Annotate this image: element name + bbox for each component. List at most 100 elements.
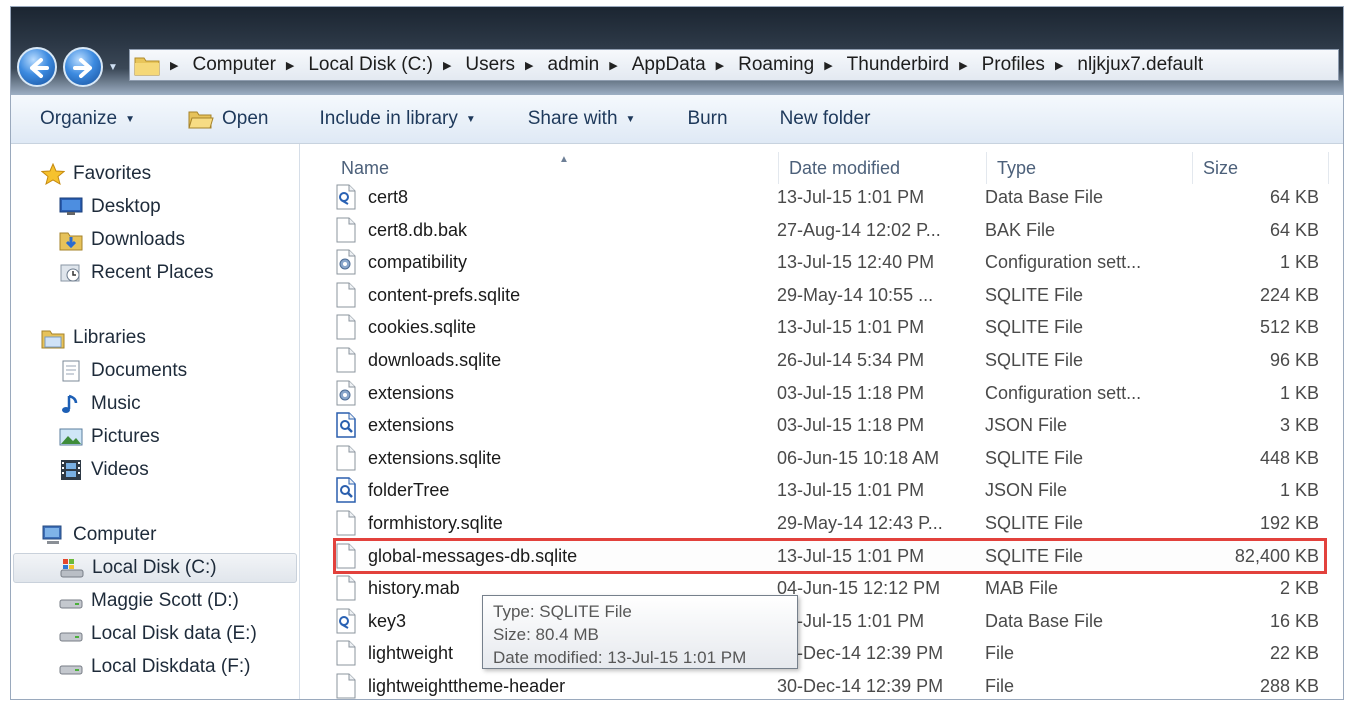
file-size: 64 KB: [1269, 187, 1319, 207]
back-button[interactable]: [17, 47, 57, 87]
file-type: JSON File: [985, 480, 1068, 501]
file-date: 06-Jun-15 10:18 AM: [777, 447, 940, 468]
file-size: 512 KB: [1259, 317, 1319, 338]
breadcrumb-appdata[interactable]: AppData ▶: [632, 54, 738, 76]
file-info-tooltip: Type: SQLITE File Size: 80.4 MB Date mod…: [482, 595, 798, 669]
file-row[interactable]: folderTree 13-Jul-15 1:01 PM JSON File 1 KB: [335, 474, 1325, 506]
blank-file-icon: [335, 347, 357, 373]
file-row-selected[interactable]: global-messages-db.sqlite 13-Jul-15 1:01 …: [333, 537, 1327, 574]
sort-ascending-icon: ▲: [559, 154, 569, 165]
breadcrumb-admin[interactable]: admin ▶: [548, 54, 632, 76]
file-row[interactable]: cookies.sqlite 13-Jul-15 1:01 PM SQLITE Fi…: [335, 311, 1325, 343]
breadcrumb-label: nljkjux7.default: [1077, 54, 1204, 75]
nav-label: Computer: [73, 524, 157, 545]
libraries-icon: [41, 327, 65, 349]
file-type: Data Base File: [985, 187, 1104, 207]
file-name-cell: compatibility: [335, 246, 765, 278]
file-row[interactable]: downloads.sqlite 26-Jul-14 5:34 PM SQLITE …: [335, 344, 1325, 376]
nav-drive-e[interactable]: Local Disk data (E:): [59, 619, 257, 649]
blank-file-icon: [335, 543, 357, 569]
blank-file-icon: [335, 575, 357, 601]
chevron-down-icon: ▼: [465, 113, 476, 125]
file-row[interactable]: compatibility 13-Jul-15 12:40 PM Configura…: [335, 246, 1325, 278]
tooltip-type: Type: SQLITE File: [493, 602, 632, 621]
file-row[interactable]: cert8 13-Jul-15 1:01 PM Data Base File 64 K…: [335, 181, 1325, 213]
burn-button[interactable]: Burn: [687, 99, 727, 139]
share-with-button[interactable]: Share with ▼: [528, 99, 636, 139]
nav-recent-places[interactable]: Recent Places: [59, 258, 214, 288]
nav-music[interactable]: Music: [59, 389, 141, 419]
column-header-size[interactable]: Size: [1193, 152, 1329, 184]
nav-label: Desktop: [91, 196, 161, 217]
file-size: 1 KB: [1279, 480, 1319, 501]
breadcrumb-computer[interactable]: Computer ▶: [192, 54, 308, 76]
nav-drive-c[interactable]: Local Disk (C:): [13, 553, 297, 583]
file-name-cell: extensions.sqlite: [335, 442, 765, 474]
breadcrumb-separator[interactable]: ▶: [170, 59, 192, 72]
column-header-name[interactable]: Name ▲: [331, 152, 779, 184]
nav-computer[interactable]: Computer: [41, 520, 156, 550]
file-name: downloads.sqlite: [368, 350, 502, 370]
nav-libraries[interactable]: Libraries: [41, 323, 146, 353]
downloads-folder-icon: [59, 229, 83, 251]
blank-file-icon: [335, 217, 357, 243]
file-date: 13-Jul-15 1:01 PM: [777, 480, 925, 501]
breadcrumb-thunderbird[interactable]: Thunderbird ▶: [847, 54, 982, 76]
file-row[interactable]: cert8.db.bak 27-Aug-14 12:02 P... BAK File…: [335, 214, 1325, 246]
forward-button[interactable]: [63, 47, 103, 87]
file-type: Configuration sett...: [985, 382, 1142, 403]
include-in-library-button[interactable]: Include in library ▼: [320, 99, 476, 139]
nav-drive-f[interactable]: Local Diskdata (F:): [59, 652, 250, 682]
nav-pictures[interactable]: Pictures: [59, 422, 160, 452]
breadcrumb-profiles[interactable]: Profiles ▶: [982, 54, 1078, 76]
file-date: 30-Dec-14 12:39 PM: [777, 643, 944, 664]
breadcrumb-profile-default[interactable]: nljkjux7.default: [1077, 54, 1203, 76]
breadcrumb-label: Local Disk (C:): [308, 54, 433, 75]
file-size: 16 KB: [1269, 610, 1319, 631]
organize-button[interactable]: Organize ▼: [40, 99, 135, 139]
nav-desktop[interactable]: Desktop: [59, 192, 161, 222]
share-label: Share with: [527, 108, 618, 129]
nav-videos[interactable]: Videos: [59, 455, 149, 485]
open-label: Open: [222, 108, 269, 129]
file-row[interactable]: extensions 03-Jul-15 1:18 PM JSON File 3 KB: [335, 409, 1325, 441]
file-row[interactable]: extensions 03-Jul-15 1:18 PM Configuration…: [335, 377, 1325, 409]
column-header-date[interactable]: Date modified: [779, 152, 987, 184]
nav-favorites[interactable]: Favorites: [40, 159, 151, 189]
column-label: Date modified: [789, 157, 901, 178]
breadcrumb-users[interactable]: Users ▶: [465, 54, 547, 76]
nav-downloads[interactable]: Downloads: [59, 225, 185, 255]
nav-label: Documents: [91, 360, 188, 381]
db-file-icon: [335, 608, 357, 634]
nav-drive-d[interactable]: Maggie Scott (D:): [59, 586, 239, 616]
nav-documents[interactable]: Documents: [59, 356, 187, 386]
address-bar[interactable]: ▶ Computer ▶ Local Disk (C:) ▶ Users ▶ admi…: [129, 49, 1339, 81]
file-name-cell: content-prefs.sqlite: [335, 279, 765, 311]
music-note-icon: [59, 393, 83, 415]
file-size: 64 KB: [1269, 219, 1319, 240]
file-type: SQLITE File: [985, 350, 1084, 370]
file-name-cell: folderTree: [335, 474, 765, 506]
file-date: 04-Jun-15 12:12 PM: [777, 578, 941, 599]
recent-pages-dropdown[interactable]: ▼: [108, 62, 120, 73]
column-header-type[interactable]: Type: [987, 152, 1193, 184]
file-row[interactable]: content-prefs.sqlite 29-May-14 10:55 ... S…: [335, 279, 1325, 311]
file-name-cell: extensions: [335, 377, 765, 409]
file-name: cookies.sqlite: [368, 317, 477, 338]
file-name: extensions: [368, 382, 455, 403]
breadcrumb-label: Users: [465, 54, 516, 75]
file-name: compatibility: [368, 252, 468, 273]
file-name: cert8: [368, 187, 409, 207]
breadcrumb-local-disk[interactable]: Local Disk (C:) ▶: [308, 54, 465, 76]
nav-label: Maggie Scott (D:): [91, 590, 239, 611]
open-button[interactable]: Open: [188, 99, 269, 139]
file-row[interactable]: formhistory.sqlite 29-May-14 12:43 P... SQ…: [335, 507, 1325, 539]
new-folder-button[interactable]: New folder: [780, 99, 871, 139]
breadcrumb-roaming[interactable]: Roaming ▶: [738, 54, 847, 76]
file-row[interactable]: extensions.sqlite 06-Jun-15 10:18 AM SQLIT…: [335, 442, 1325, 474]
nav-label: Libraries: [73, 327, 146, 348]
file-name-cell: extensions: [335, 409, 765, 441]
file-name: folderTree: [368, 480, 450, 501]
file-name: extensions.sqlite: [368, 447, 502, 468]
file-row[interactable]: lightweighttheme-header 30-Dec-14 12:39 P…: [335, 670, 1325, 699]
